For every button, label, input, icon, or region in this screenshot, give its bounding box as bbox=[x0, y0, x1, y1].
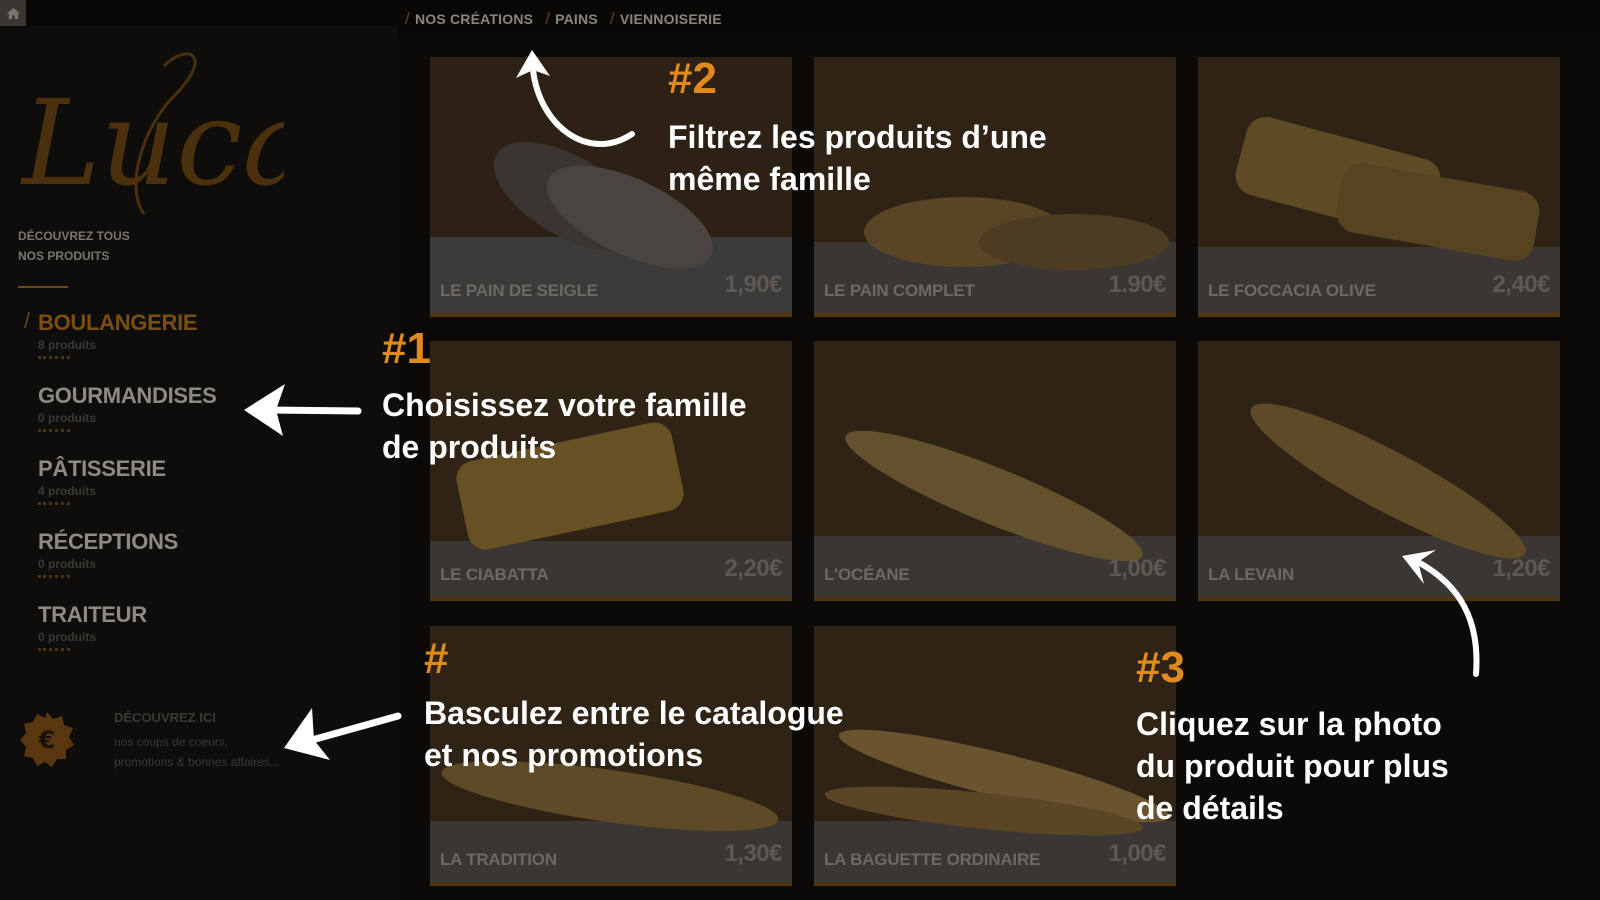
promo-description: nos coups de coeurs, promotions & bonnes… bbox=[114, 735, 280, 769]
category-name: TRAITEUR bbox=[38, 602, 147, 627]
product-price: 1,20€ bbox=[1492, 555, 1550, 582]
product-price: 2,20€ bbox=[724, 555, 782, 582]
category-name: BOULANGERIE bbox=[38, 310, 198, 335]
category-count: 0 produits bbox=[38, 630, 97, 644]
category-patisserie[interactable]: PÂTISSERIE 4 produits bbox=[38, 456, 298, 518]
filter-label: NOS CRÉATIONS bbox=[414, 11, 534, 27]
product-name: LE PAIN DE SEIGLE bbox=[440, 281, 598, 300]
svg-text:Lucas: Lucas bbox=[20, 74, 284, 212]
annotation-number: #1 bbox=[382, 324, 431, 373]
product-name: LE FOCCACIA OLIVE bbox=[1208, 281, 1376, 300]
separator-slash: / bbox=[405, 9, 410, 28]
product-price: 1,00€ bbox=[1108, 840, 1166, 867]
annotation-2: #2 Filtrez les produits d’une même famil… bbox=[668, 56, 1047, 200]
category-name: GOURMANDISES bbox=[38, 383, 217, 408]
category-count: 0 produits bbox=[38, 557, 97, 571]
annotation-text: Cliquez sur la photo du produit pour plu… bbox=[1136, 706, 1449, 826]
dotted-divider bbox=[38, 429, 70, 432]
product-name: L'OCÉANE bbox=[824, 565, 910, 584]
separator-slash: / bbox=[609, 9, 615, 28]
filter-pains[interactable]: / PAINS bbox=[545, 9, 598, 29]
filter-nos-creations[interactable]: / NOS CRÉATIONS bbox=[405, 9, 533, 29]
product-name: LA TRADITION bbox=[440, 850, 557, 869]
category-gourmandises[interactable]: GOURMANDISES 0 produits bbox=[38, 383, 298, 445]
divider bbox=[18, 286, 68, 288]
category-count: 4 produits bbox=[38, 484, 97, 498]
category-boulangerie[interactable]: BOULANGERIE 8 produits bbox=[38, 310, 298, 372]
family-filters: / NOS CRÉATIONS / PAINS / VIENNOISERIE bbox=[405, 9, 722, 29]
product-name: LA LEVAIN bbox=[1208, 565, 1295, 584]
category-name: RÉCEPTIONS bbox=[38, 529, 179, 554]
annotation-text: Basculez entre le catalogue et nos promo… bbox=[424, 695, 844, 773]
home-button[interactable] bbox=[0, 0, 26, 26]
product-name: LE CIABATTA bbox=[440, 565, 549, 584]
annotation-number: #2 bbox=[668, 54, 717, 103]
annotation-number: #3 bbox=[1136, 643, 1185, 692]
product-name: LA BAGUETTE ORDINAIRE bbox=[824, 850, 1041, 869]
filter-label: VIENNOISERIE bbox=[619, 11, 722, 27]
annotation-text: Filtrez les produits d’une même famille bbox=[668, 119, 1047, 197]
product-card-baguette-ordinaire[interactable]: LA BAGUETTE ORDINAIRE 1,00€ bbox=[814, 626, 1176, 886]
product-price: 1.90€ bbox=[1108, 271, 1166, 298]
category-traiteur[interactable]: TRAITEUR 0 produits bbox=[38, 602, 298, 664]
product-card-levain[interactable]: LA LEVAIN 1,20€ bbox=[1198, 341, 1560, 601]
category-receptions[interactable]: RÉCEPTIONS 0 produits bbox=[38, 529, 298, 591]
dotted-divider bbox=[38, 356, 70, 359]
product-name: LE PAIN COMPLET bbox=[824, 281, 975, 300]
product-card-oceane[interactable]: L'OCÉANE 1,00€ bbox=[814, 341, 1176, 601]
category-count: 0 produits bbox=[38, 411, 97, 425]
separator-slash: / bbox=[545, 9, 551, 28]
discover-all-label: DÉCOUVREZ TOUS NOS PRODUITS bbox=[18, 229, 130, 263]
active-category-slash: / bbox=[24, 308, 31, 333]
annotation-number: # bbox=[424, 634, 449, 683]
home-icon bbox=[6, 7, 20, 19]
product-price: 1,90€ bbox=[724, 271, 782, 298]
annotation-4: # Basculez entre le catalogue et nos pro… bbox=[424, 636, 844, 776]
product-price: 1,30€ bbox=[724, 840, 782, 867]
annotation-text: Choisissez votre famille de produits bbox=[382, 387, 747, 465]
annotation-3: #3 Cliquez sur la photo du produit pour … bbox=[1136, 645, 1449, 829]
euro-badge-icon: € bbox=[20, 712, 74, 767]
annotation-1: #1 Choisissez votre famille de produits bbox=[382, 326, 747, 468]
category-count: 8 produits bbox=[38, 338, 97, 352]
dotted-divider bbox=[38, 648, 70, 651]
product-card-foccacia-olive[interactable]: LE FOCCACIA OLIVE 2,40€ bbox=[1198, 57, 1560, 317]
svg-text:€: € bbox=[38, 726, 56, 754]
category-name: PÂTISSERIE bbox=[38, 456, 166, 481]
dotted-divider bbox=[38, 575, 70, 578]
dotted-divider bbox=[38, 502, 70, 505]
product-price: 1,00€ bbox=[1108, 555, 1166, 582]
filter-label: PAINS bbox=[555, 11, 598, 27]
lucas-logo[interactable]: Lucas bbox=[14, 36, 284, 226]
product-price: 2,40€ bbox=[1492, 271, 1550, 298]
filter-viennoiserie[interactable]: / VIENNOISERIE bbox=[610, 9, 722, 29]
promo-title: DÉCOUVREZ ICI bbox=[114, 710, 216, 725]
